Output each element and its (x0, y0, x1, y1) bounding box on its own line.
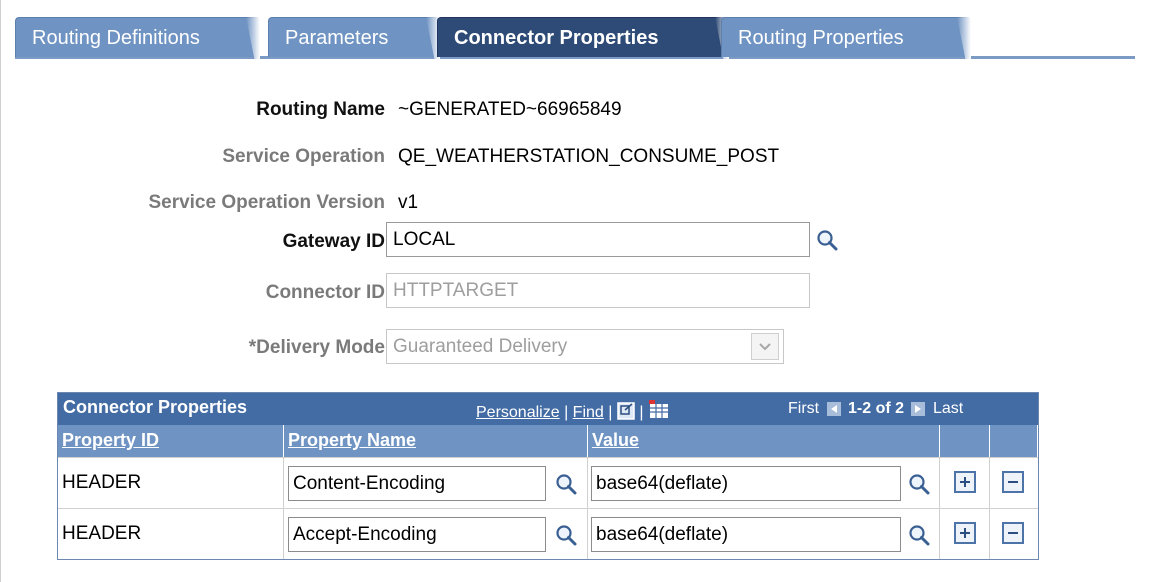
property-id-cell: HEADER (58, 457, 284, 508)
service-operation-value: QE_WEATHERSTATION_CONSUME_POST (398, 146, 780, 167)
grid-header-bar: Connector Properties Personalize | Find … (58, 393, 1038, 425)
connector-properties-grid: Connector Properties Personalize | Find … (57, 392, 1039, 560)
delete-row-button[interactable] (1002, 522, 1024, 544)
column-header-value[interactable]: Value (588, 425, 940, 457)
grid-column-header-row: Property ID Property Name Value (58, 425, 1038, 457)
value-input[interactable]: base64(deflate) (591, 466, 901, 501)
grid-title: Connector Properties (63, 397, 248, 417)
first-label: First (788, 400, 820, 417)
last-label: Last (932, 400, 964, 417)
view-all-icon[interactable] (617, 402, 635, 420)
download-grid-icon[interactable] (648, 400, 670, 420)
tool-separator: | (608, 404, 613, 421)
column-header-delete (990, 425, 1038, 457)
delivery-mode-value: Guaranteed Delivery (393, 336, 568, 357)
tab-bar: Routing Definitions Parameters Connector… (15, 17, 1135, 59)
add-row-button[interactable] (954, 471, 976, 493)
value-input[interactable]: base64(deflate) (591, 517, 901, 552)
property-name-input[interactable]: Accept-Encoding (288, 517, 546, 552)
grid-tools: Personalize | Find | | (476, 400, 670, 422)
previous-arrow-icon[interactable] (826, 401, 841, 416)
service-operation-label: Service Operation (222, 146, 385, 167)
row-range: 1-2 of 2 (848, 400, 905, 417)
next-arrow-icon[interactable] (911, 401, 926, 416)
property-name-lookup-icon[interactable] (554, 523, 578, 547)
property-name-lookup-icon[interactable] (554, 472, 578, 496)
delivery-mode-select: Guaranteed Delivery (386, 329, 784, 364)
delete-row-button[interactable] (1002, 471, 1024, 493)
column-header-property-id[interactable]: Property ID (58, 425, 284, 457)
routing-name-value: ~GENERATED~66965849 (398, 99, 622, 120)
tab-routing-definitions[interactable]: Routing Definitions (15, 17, 260, 57)
service-operation-version-value: v1 (398, 192, 419, 213)
gateway-lookup-icon[interactable] (815, 228, 839, 252)
column-header-property-name[interactable]: Property Name (284, 425, 588, 457)
grid-navigation: First 1-2 of 2 Last (788, 400, 963, 418)
chevron-down-icon (751, 333, 779, 360)
property-name-input[interactable]: Content-Encoding (288, 466, 546, 501)
value-lookup-icon[interactable] (907, 523, 931, 547)
column-header-add (940, 425, 990, 457)
connector-id-input: HTTPTARGET (386, 273, 810, 308)
connector-id-label: Connector ID (265, 282, 385, 303)
find-link[interactable]: Find (573, 404, 604, 421)
tab-routing-properties[interactable]: Routing Properties (721, 17, 971, 57)
tab-connector-properties[interactable]: Connector Properties (437, 17, 729, 57)
delivery-mode-label: *Delivery Mode (248, 337, 385, 358)
gateway-id-input[interactable]: LOCAL (386, 222, 810, 257)
routing-name-label: Routing Name (256, 99, 385, 120)
tab-parameters[interactable]: Parameters (268, 17, 440, 57)
value-lookup-icon[interactable] (907, 472, 931, 496)
tool-separator: | (639, 404, 644, 421)
add-row-button[interactable] (954, 522, 976, 544)
page-left-border (0, 0, 1, 582)
property-id-cell: HEADER (58, 508, 284, 559)
personalize-link[interactable]: Personalize (476, 404, 560, 421)
service-operation-version-label: Service Operation Version (148, 192, 385, 213)
tool-separator: | (564, 404, 569, 421)
gateway-id-label: Gateway ID (282, 231, 385, 252)
